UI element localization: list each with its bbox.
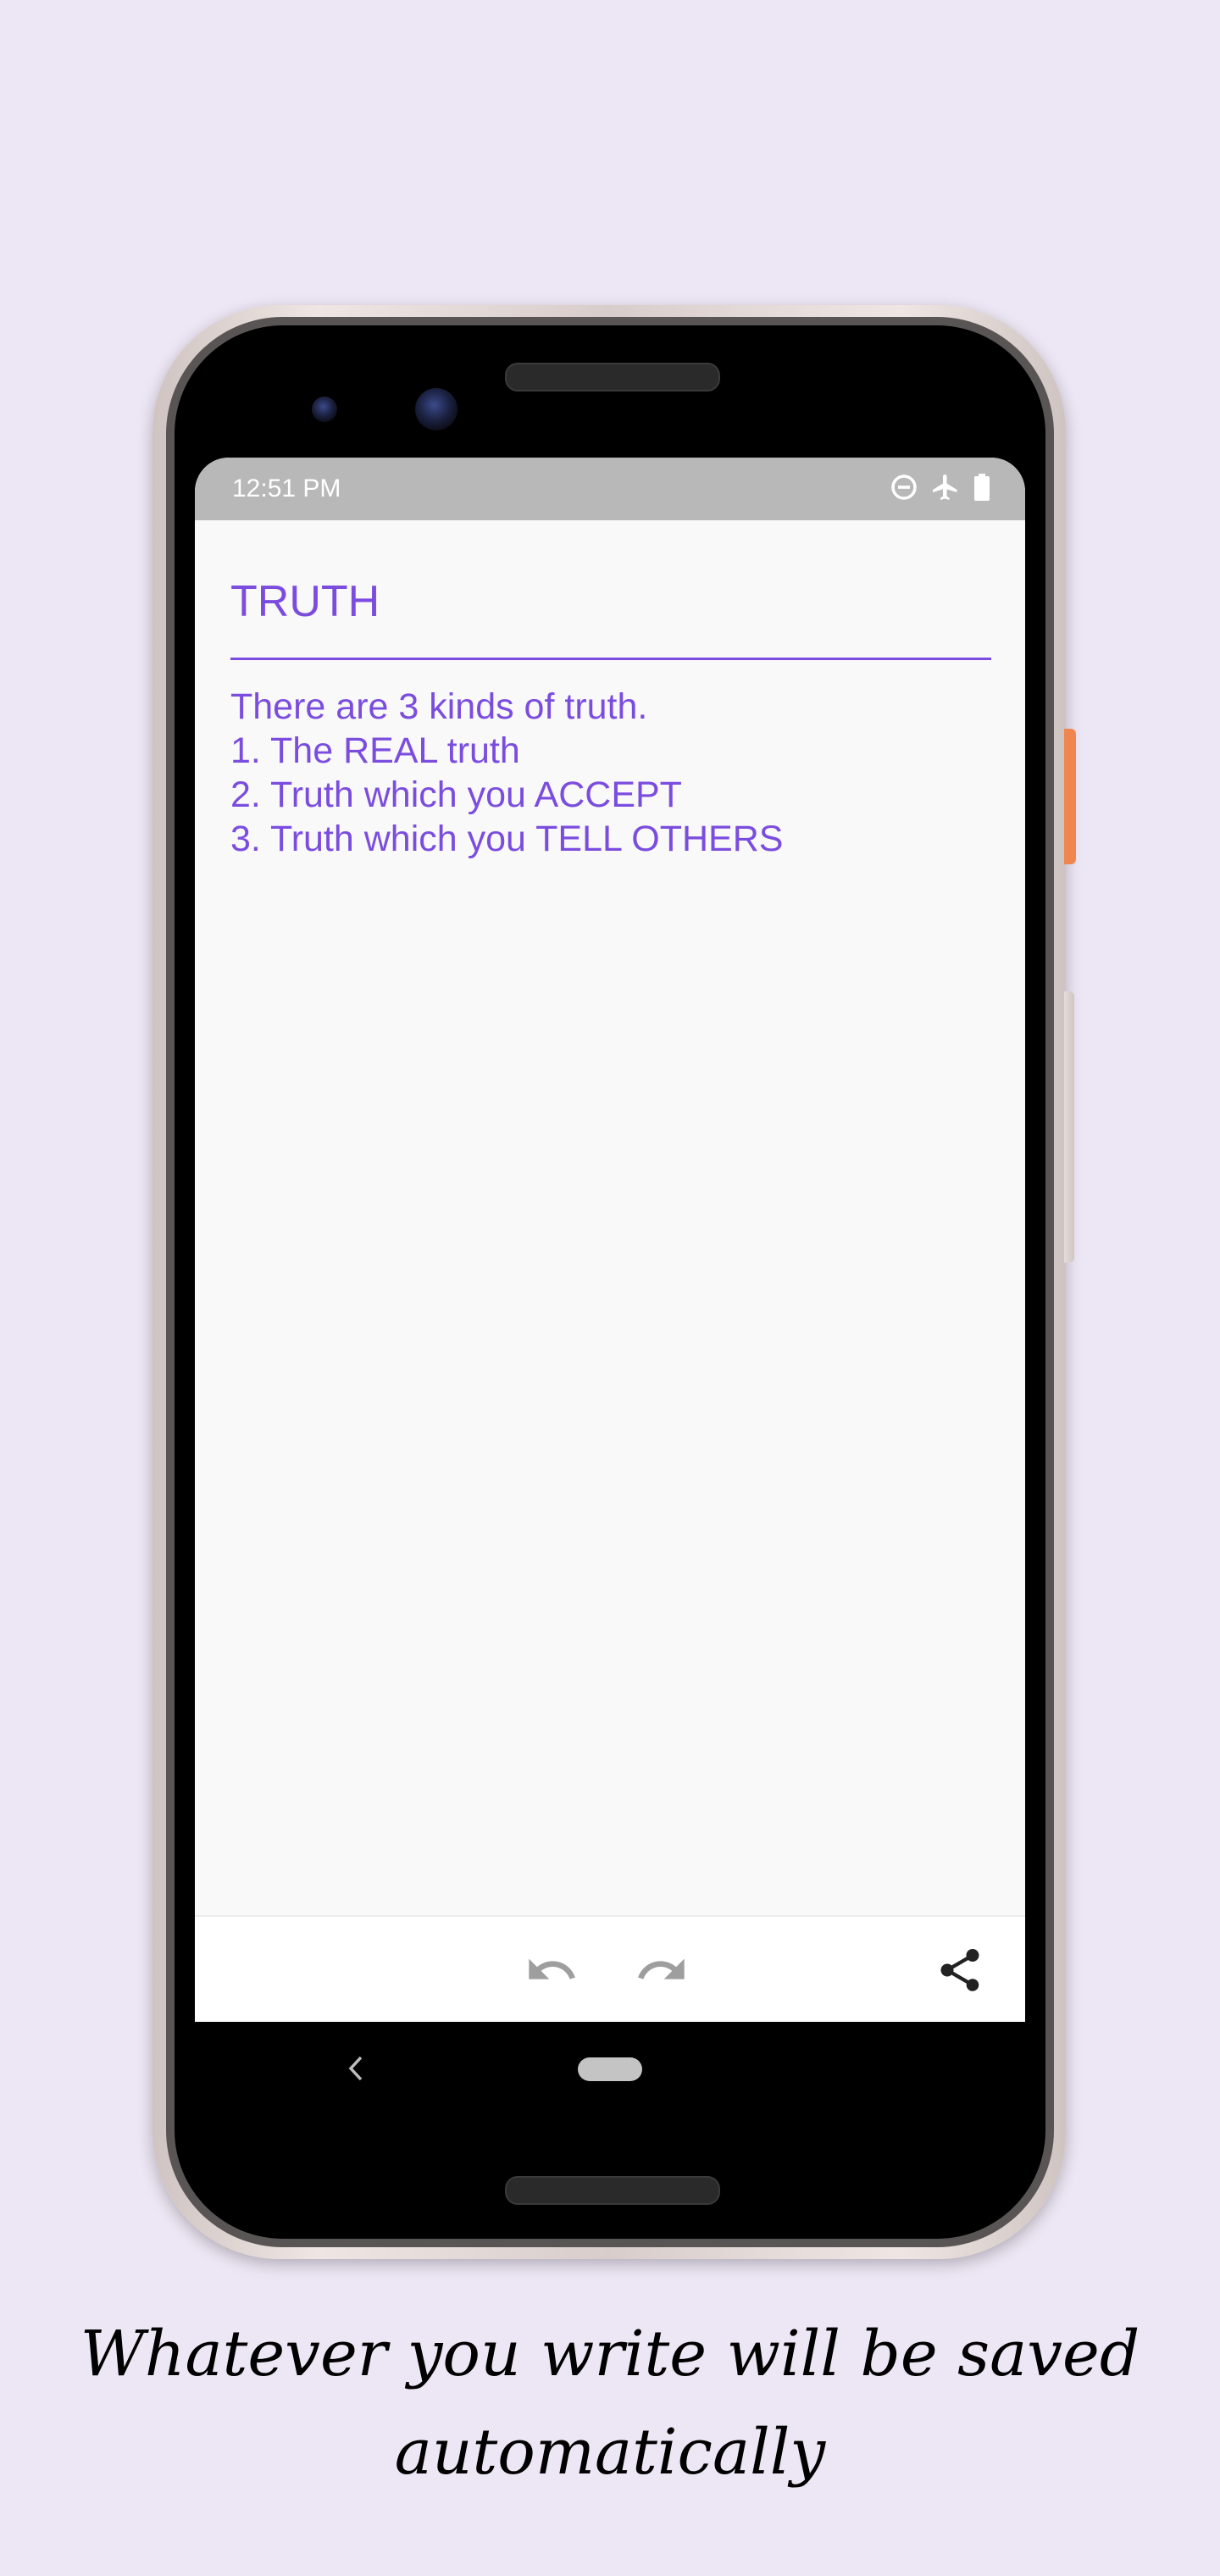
share-button[interactable] (930, 1940, 990, 2000)
title-divider (230, 658, 991, 660)
undo-icon (529, 1958, 575, 1979)
app-screen: 12:51 PM TRUTH There are 3 kinds of trut… (195, 458, 1025, 2022)
redo-icon (638, 1958, 685, 1979)
back-chevron-icon (348, 2056, 363, 2081)
do-not-disturb-icon (890, 473, 918, 506)
caption-line-1: Whatever you write will be saved (80, 2318, 1140, 2390)
nav-back-button[interactable] (339, 2047, 373, 2090)
note-line: 2. Truth which you ACCEPT (230, 774, 682, 815)
share-icon (940, 1949, 979, 1991)
status-bar: 12:51 PM (195, 458, 1025, 520)
volume-button (1064, 991, 1074, 1263)
undo-button[interactable] (522, 1940, 581, 2000)
note-title-input[interactable]: TRUTH (230, 576, 993, 627)
airplane-mode-icon (930, 472, 961, 507)
nav-home-button[interactable] (578, 2057, 642, 2081)
power-button (1064, 729, 1076, 864)
top-speaker (505, 363, 720, 391)
promo-caption: Whatever you write will be saved automat… (0, 2305, 1220, 2501)
front-camera (415, 388, 458, 430)
bottom-toolbar (195, 1915, 1025, 2022)
caption-line-2: automatically (394, 2416, 826, 2489)
note-line: 1. The REAL truth (230, 730, 520, 771)
status-icons (890, 473, 991, 505)
bottom-speaker (505, 2176, 720, 2205)
redo-button[interactable] (632, 1940, 691, 2000)
note-line: 3. Truth which you TELL OTHERS (230, 819, 784, 859)
status-time: 12:51 PM (232, 475, 341, 502)
battery-icon (973, 473, 991, 506)
front-sensor (312, 397, 337, 422)
note-line: There are 3 kinds of truth. (230, 686, 648, 727)
note-body-editor[interactable]: There are 3 kinds of truth. 1. The REAL … (230, 685, 993, 861)
